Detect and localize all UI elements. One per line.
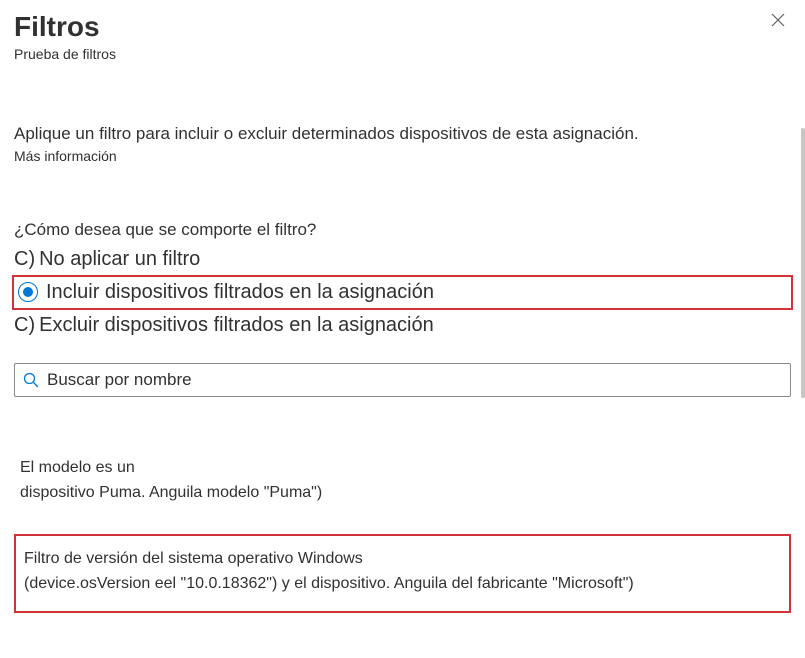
search-input[interactable] <box>47 370 782 390</box>
radio-no-filter-label: No aplicar un filtro <box>39 248 200 271</box>
filter-osversion-expression: (device.osVersion eel "10.0.18362") y el… <box>24 571 781 597</box>
filter-osversion-title: Filtro de versión del sistema operativo … <box>24 546 781 572</box>
scroll-thumb[interactable] <box>801 128 805 398</box>
search-box[interactable] <box>14 363 791 397</box>
radio-exclude-prefix: C) <box>14 314 35 337</box>
filter-result-model[interactable]: El modelo es un dispositivo Puma. Anguil… <box>14 449 791 512</box>
page-title: Filtros <box>14 10 116 44</box>
vertical-scrollbar[interactable] <box>799 0 805 658</box>
radio-exclude-label: Excluir dispositivos filtrados en la asi… <box>39 314 434 337</box>
filter-description: Aplique un filtro para incluir o excluir… <box>14 124 791 144</box>
filter-result-osversion[interactable]: Filtro de versión del sistema operativo … <box>14 534 791 613</box>
radio-include-label: Incluir dispositivos filtrados en la asi… <box>46 281 434 304</box>
search-icon <box>23 372 39 388</box>
filter-model-title: El modelo es un <box>20 455 785 481</box>
radio-include-filtered[interactable]: Incluir dispositivos filtrados en la asi… <box>12 275 793 310</box>
radio-no-filter[interactable]: C) No aplicar un filtro <box>14 244 791 275</box>
radio-exclude-filtered[interactable]: C) Excluir dispositivos filtrados en la … <box>14 310 791 341</box>
behavior-question: ¿Cómo desea que se comporte el filtro? <box>14 220 791 240</box>
filter-mode-radio-group: C) No aplicar un filtro Incluir disposit… <box>14 244 791 341</box>
more-info-link[interactable]: Más información <box>14 148 791 164</box>
radio-no-filter-prefix: C) <box>14 248 35 271</box>
page-subtitle: Prueba de filtros <box>14 46 116 62</box>
radio-selected-icon <box>18 282 38 302</box>
filter-model-expression: dispositivo Puma. Anguila modelo "Puma") <box>20 480 785 506</box>
close-icon[interactable] <box>765 10 791 32</box>
